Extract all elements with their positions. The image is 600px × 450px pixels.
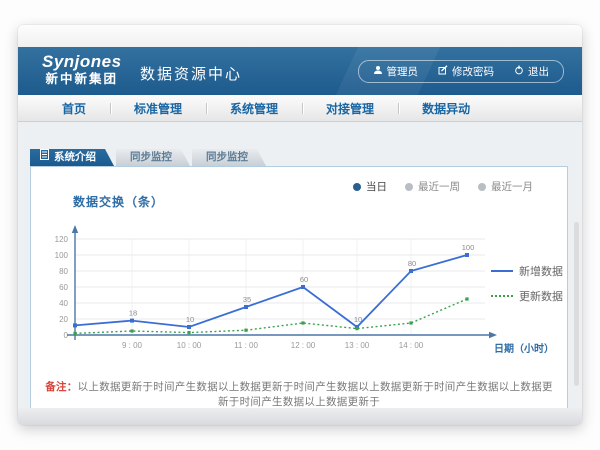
radio-unselected-icon	[478, 183, 486, 191]
brand-logo-subtext: 新中新集团	[42, 72, 122, 86]
brand-logo-text: Synjones	[42, 52, 122, 72]
nav-item-data-change[interactable]: 数据异动	[398, 100, 494, 117]
time-filter-group: 当日 最近一周 最近一月	[353, 179, 533, 194]
vertical-scrollbar[interactable]	[574, 222, 579, 386]
app-header: Synjones 新中新集团 数据资源中心 管理员 修改密码	[18, 47, 582, 95]
filter-today[interactable]: 当日	[353, 179, 387, 194]
svg-text:80: 80	[59, 267, 68, 276]
user-bar-label: 管理员	[387, 64, 419, 79]
document-icon	[40, 149, 49, 166]
footnote: 备注：以上数据更新于时间产生数据以上数据更新于时间产生数据以上数据更新于时间产生…	[41, 379, 557, 409]
tab-label: 系统介绍	[54, 149, 96, 166]
edit-icon	[438, 65, 448, 78]
nav-item-home[interactable]: 首页	[38, 100, 110, 117]
main-nav: 首页 标准管理 系统管理 对接管理 数据异动	[18, 95, 582, 122]
tab-sync-monitor-1[interactable]: 同步监控	[116, 149, 190, 166]
svg-text:35: 35	[243, 295, 251, 304]
svg-text:10 : 00: 10 : 00	[177, 341, 202, 350]
app-window: Synjones 新中新集团 数据资源中心 管理员 修改密码	[18, 25, 582, 425]
svg-text:60: 60	[300, 275, 308, 284]
user-bar-label: 修改密码	[452, 64, 494, 79]
legend-item-new-data: 新增数据	[491, 263, 563, 279]
nav-item-standard-mgmt[interactable]: 标准管理	[110, 100, 206, 117]
svg-text:18: 18	[129, 309, 137, 318]
filter-label: 最近一周	[418, 179, 460, 194]
user-icon	[373, 65, 383, 78]
svg-text:9 : 00: 9 : 00	[122, 341, 143, 350]
svg-text:11 : 00: 11 : 00	[234, 341, 258, 350]
brand-logo: Synjones 新中新集团	[42, 52, 122, 86]
user-bar: 管理员 修改密码 退出	[358, 60, 565, 83]
svg-text:10: 10	[354, 315, 362, 324]
svg-text:100: 100	[462, 243, 475, 252]
radio-selected-icon	[353, 183, 361, 191]
filter-last-month[interactable]: 最近一月	[478, 179, 533, 194]
window-footer-strip	[18, 408, 582, 425]
tab-label: 同步监控	[130, 151, 172, 163]
chart-y-axis-title: 数据交换（条）	[73, 193, 164, 210]
footnote-prefix: 备注：	[45, 381, 77, 393]
svg-text:40: 40	[59, 299, 68, 308]
svg-text:日期（小时）: 日期（小时）	[494, 342, 554, 355]
content-area: 系统介绍 同步监控 同步监控 当日 最近一周	[18, 122, 582, 408]
tab-bar: 系统介绍 同步监控 同步监控	[30, 149, 266, 166]
logout-button[interactable]: 退出	[504, 64, 559, 79]
filter-last-week[interactable]: 最近一周	[405, 179, 460, 194]
power-icon	[514, 65, 524, 78]
svg-text:14 : 00: 14 : 00	[399, 341, 424, 350]
nav-item-system-mgmt[interactable]: 系统管理	[206, 100, 302, 117]
filter-label: 当日	[366, 179, 387, 194]
svg-text:13 : 00: 13 : 00	[345, 341, 370, 350]
svg-text:12 : 00: 12 : 00	[291, 341, 316, 350]
chart-legend: 新增数据 更新数据	[491, 263, 563, 313]
svg-text:80: 80	[408, 259, 416, 268]
legend-item-updated-data: 更新数据	[491, 288, 563, 304]
footnote-text: 以上数据更新于时间产生数据以上数据更新于时间产生数据以上数据更新于时间产生数据以…	[78, 381, 553, 408]
nav-item-interface-mgmt[interactable]: 对接管理	[302, 100, 398, 117]
solid-line-icon	[491, 270, 513, 272]
tab-system-intro[interactable]: 系统介绍	[30, 149, 114, 166]
user-bar-label: 退出	[528, 64, 549, 79]
svg-text:120: 120	[55, 235, 69, 244]
page: Synjones 新中新集团 数据资源中心 管理员 修改密码	[0, 0, 600, 450]
radio-unselected-icon	[405, 183, 413, 191]
svg-text:20: 20	[59, 315, 68, 324]
svg-text:100: 100	[55, 251, 69, 260]
browser-top-strip	[18, 25, 582, 47]
dotted-line-icon	[491, 295, 513, 297]
svg-text:10: 10	[186, 315, 194, 324]
current-user-button[interactable]: 管理员	[363, 64, 429, 79]
data-exchange-line-chart: 0204060801001209 : 0010 : 0011 : 0012 : …	[37, 213, 567, 381]
chart-panel: 当日 最近一周 最近一月 数据交换（条） 0204060801001209 : …	[30, 166, 568, 425]
change-password-button[interactable]: 修改密码	[428, 64, 504, 79]
legend-label: 更新数据	[519, 288, 563, 304]
page-title: 数据资源中心	[140, 63, 242, 84]
tab-sync-monitor-2[interactable]: 同步监控	[192, 149, 266, 166]
legend-label: 新增数据	[519, 263, 563, 279]
tab-label: 同步监控	[206, 151, 248, 163]
svg-text:60: 60	[59, 283, 68, 292]
filter-label: 最近一月	[491, 179, 533, 194]
